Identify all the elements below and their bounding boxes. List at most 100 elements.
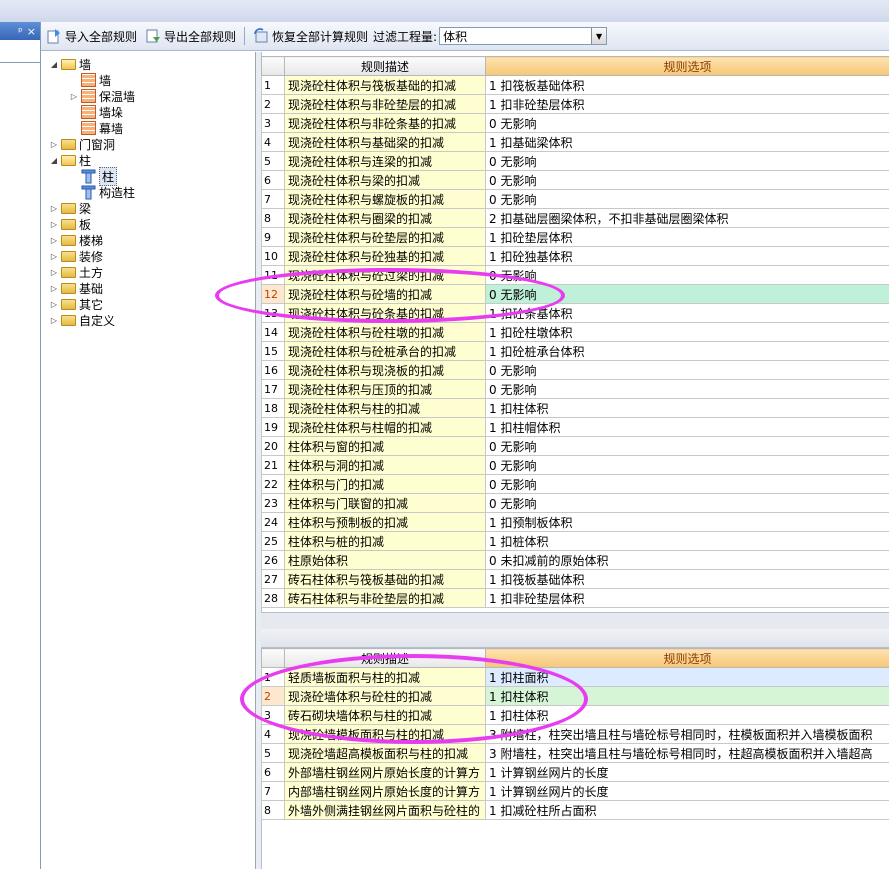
rule-row[interactable]: 17 现浇砼柱体积与压顶的扣减 0 无影响 — [261, 379, 889, 399]
expand-arrow-icon[interactable]: ▷ — [49, 220, 59, 229]
rule-description-cell[interactable]: 内部墙柱钢丝网片原始长度的计算方 — [284, 781, 486, 801]
row-number-cell[interactable]: 8 — [261, 800, 285, 820]
rule-description-cell[interactable]: 现浇砼柱体积与砼过梁的扣减 — [284, 265, 486, 285]
row-number-cell[interactable]: 9 — [261, 227, 285, 247]
rule-description-cell[interactable]: 现浇砼柱体积与梁的扣减 — [284, 170, 486, 190]
rule-description-cell[interactable]: 砖石柱体积与非砼垫层的扣减 — [284, 588, 486, 608]
expand-arrow-icon[interactable]: ▷ — [49, 300, 59, 309]
rule-description-cell[interactable]: 柱体积与洞的扣减 — [284, 455, 486, 475]
row-number-cell[interactable]: 4 — [261, 132, 285, 152]
rule-option-cell[interactable]: 1 扣砼独基体积 — [485, 246, 889, 266]
rule-description-cell[interactable]: 柱体积与门的扣减 — [284, 474, 486, 494]
row-number-cell[interactable]: 11 — [261, 265, 285, 285]
rule-description-cell[interactable]: 现浇砼柱体积与压顶的扣减 — [284, 379, 486, 399]
rule-row[interactable]: 20 柱体积与窗的扣减 0 无影响 — [261, 436, 889, 456]
tree-item[interactable]: ▷ 土方 — [49, 264, 103, 280]
rule-row[interactable]: 24 柱体积与预制板的扣减 1 扣预制板体积 — [261, 512, 889, 532]
row-number-cell[interactable]: 6 — [261, 762, 285, 782]
expand-arrow-icon[interactable]: ▷ — [49, 140, 59, 149]
row-number-cell[interactable]: 2 — [261, 686, 285, 706]
tree-item[interactable]: ▷ 楼梯 — [49, 232, 103, 248]
rule-description-cell[interactable]: 砖石砌块墙体积与柱的扣减 — [284, 705, 486, 725]
rule-row[interactable]: 7 现浇砼柱体积与螺旋板的扣减 0 无影响 — [261, 189, 889, 209]
rule-description-cell[interactable]: 轻质墙板面积与柱的扣减 — [284, 667, 486, 687]
rule-row[interactable]: 23 柱体积与门联窗的扣减 0 无影响 — [261, 493, 889, 513]
tree-item[interactable]: ▷ 其它 — [49, 296, 103, 312]
restore-all-rules-button[interactable]: 恢复全部计算规则 — [250, 25, 371, 47]
collapse-arrow-icon[interactable]: ◢ — [49, 156, 59, 165]
rule-row[interactable]: 19 现浇砼柱体积与柱帽的扣减 1 扣柱帽体积 — [261, 417, 889, 437]
rule-option-cell[interactable]: 0 未扣减前的原始体积 — [485, 550, 889, 570]
row-number-cell[interactable]: 6 — [261, 170, 285, 190]
expand-arrow-icon[interactable]: ▷ — [49, 268, 59, 277]
row-number-cell[interactable]: 15 — [261, 341, 285, 361]
rule-row[interactable]: 10 现浇砼柱体积与砼独基的扣减 1 扣砼独基体积 — [261, 246, 889, 266]
expand-arrow-icon[interactable]: ▷ — [69, 92, 79, 101]
rule-row[interactable]: 14 现浇砼柱体积与砼柱墩的扣减 1 扣砼柱墩体积 — [261, 322, 889, 342]
rule-description-cell[interactable]: 现浇砼柱体积与筏板基础的扣减 — [284, 75, 486, 95]
row-number-cell[interactable]: 3 — [261, 113, 285, 133]
rule-description-cell[interactable]: 现浇砼柱体积与砼柱墩的扣减 — [284, 322, 486, 342]
row-number-cell[interactable]: 19 — [261, 417, 285, 437]
rule-option-cell[interactable]: 1 扣柱面积 — [485, 667, 889, 687]
row-number-cell[interactable]: 16 — [261, 360, 285, 380]
rule-row[interactable]: 9 现浇砼柱体积与砼垫层的扣减 1 扣砼垫层体积 — [261, 227, 889, 247]
collapse-arrow-icon[interactable]: ◢ — [49, 60, 59, 69]
row-number-cell[interactable]: 4 — [261, 724, 285, 744]
rule-row[interactable]: 28 砖石柱体积与非砼垫层的扣减 1 扣非砼垫层体积 — [261, 588, 889, 608]
rule-description-cell[interactable]: 外墙外侧满挂钢丝网片面积与砼柱的 — [284, 800, 486, 820]
rule-row[interactable]: 2 现浇砼墙体积与砼柱的扣减 1 扣柱体积 — [261, 686, 889, 706]
row-number-cell[interactable]: 20 — [261, 436, 285, 456]
row-number-cell[interactable]: 10 — [261, 246, 285, 266]
rule-row[interactable]: 2 现浇砼柱体积与非砼垫层的扣减 1 扣非砼垫层体积 — [261, 94, 889, 114]
rule-row[interactable]: 4 现浇砼墙模板面积与柱的扣减 3 附墙柱，柱突出墙且柱与墙砼标号相同时，柱模板面积… — [261, 724, 889, 744]
tree-item[interactable]: ▷ 门窗洞 — [49, 136, 115, 152]
expand-arrow-icon[interactable]: ▷ — [49, 284, 59, 293]
rule-row[interactable]: 12 现浇砼柱体积与砼墙的扣减 0 无影响 — [261, 284, 889, 304]
rule-description-header[interactable]: 规则描述 — [284, 56, 486, 76]
rule-option-cell[interactable]: 1 扣基础梁体积 — [485, 132, 889, 152]
rule-description-cell[interactable]: 现浇砼柱体积与连梁的扣减 — [284, 151, 486, 171]
rule-option-cell[interactable]: 1 扣桩体积 — [485, 531, 889, 551]
rule-row[interactable]: 3 砖石砌块墙体积与柱的扣减 1 扣柱体积 — [261, 705, 889, 725]
rule-row[interactable]: 8 外墙外侧满挂钢丝网片面积与砼柱的 1 扣减砼柱所占面积 — [261, 800, 889, 820]
row-number-cell[interactable]: 28 — [261, 588, 285, 608]
rule-option-cell[interactable]: 0 无影响 — [485, 360, 889, 380]
rule-option-cell[interactable]: 1 扣预制板体积 — [485, 512, 889, 532]
rule-row[interactable]: 6 现浇砼柱体积与梁的扣减 0 无影响 — [261, 170, 889, 190]
tree-item[interactable]: 构造柱 — [69, 184, 135, 200]
rule-option-cell[interactable]: 0 无影响 — [485, 170, 889, 190]
expand-arrow-icon[interactable]: ▷ — [49, 236, 59, 245]
grid-splitter[interactable] — [261, 612, 889, 630]
row-number-cell[interactable]: 2 — [261, 94, 285, 114]
row-number-cell[interactable]: 3 — [261, 705, 285, 725]
rule-description-cell[interactable]: 现浇砼柱体积与砼独基的扣减 — [284, 246, 486, 266]
tree-item[interactable]: ◢ 柱 — [49, 152, 91, 168]
rule-description-cell[interactable]: 外部墙柱钢丝网片原始长度的计算方 — [284, 762, 486, 782]
rule-option-cell[interactable]: 0 无影响 — [485, 265, 889, 285]
row-number-cell[interactable]: 1 — [261, 667, 285, 687]
row-number-cell[interactable]: 14 — [261, 322, 285, 342]
rule-option-cell[interactable]: 1 计算钢丝网片的长度 — [485, 762, 889, 782]
rule-option-cell[interactable]: 1 扣砼桩承台体积 — [485, 341, 889, 361]
rule-row[interactable]: 1 现浇砼柱体积与筏板基础的扣减 1 扣筏板基础体积 — [261, 75, 889, 95]
rule-option-cell[interactable]: 0 无影响 — [485, 151, 889, 171]
close-icon[interactable]: × — [27, 25, 36, 38]
row-number-cell[interactable]: 12 — [261, 284, 285, 304]
tree-item[interactable]: 幕墙 — [69, 120, 123, 136]
rule-option-header[interactable]: 规则选项 — [485, 648, 889, 668]
expand-arrow-icon[interactable]: ▷ — [49, 316, 59, 325]
row-number-cell[interactable]: 23 — [261, 493, 285, 513]
row-number-cell[interactable]: 7 — [261, 781, 285, 801]
dropdown-arrow-icon[interactable]: ▼ — [591, 28, 607, 44]
rule-option-cell[interactable]: 3 附墙柱，柱突出墙且柱与墙砼标号相同时，柱模板面积并入墙模板面积 — [485, 724, 889, 744]
row-number-cell[interactable]: 21 — [261, 455, 285, 475]
rule-description-cell[interactable]: 现浇砼柱体积与非砼条基的扣减 — [284, 113, 486, 133]
rule-description-cell[interactable]: 现浇砼墙模板面积与柱的扣减 — [284, 724, 486, 744]
rule-option-cell[interactable]: 0 无影响 — [485, 436, 889, 456]
rule-description-cell[interactable]: 现浇砼墙超高模板面积与柱的扣减 — [284, 743, 486, 763]
rule-option-cell[interactable]: 0 无影响 — [485, 474, 889, 494]
rule-row[interactable]: 4 现浇砼柱体积与基础梁的扣减 1 扣基础梁体积 — [261, 132, 889, 152]
rule-row[interactable]: 1 轻质墙板面积与柱的扣减 1 扣柱面积 — [261, 667, 889, 687]
row-number-cell[interactable]: 8 — [261, 208, 285, 228]
